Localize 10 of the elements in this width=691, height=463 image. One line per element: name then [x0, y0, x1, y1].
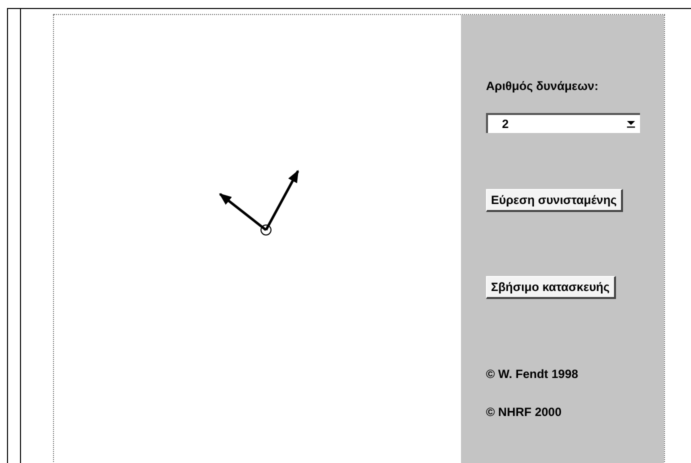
force-arrow[interactable] — [219, 193, 267, 231]
force-count-label: Αριθμός δυνάμεων: — [486, 79, 598, 93]
copyright-text: © NHRF 2000 — [486, 405, 562, 419]
dropdown-arrow-icon — [626, 120, 636, 128]
action-button[interactable]: Σβήσιμο κατασκευής — [486, 276, 616, 299]
action-button[interactable]: Εύρεση συνισταμένης — [486, 189, 623, 212]
force-count-dropdown[interactable]: 2 — [486, 113, 640, 133]
copyright-text: © W. Fendt 1998 — [486, 367, 578, 381]
origin-point[interactable] — [260, 224, 272, 236]
force-arrow[interactable] — [264, 170, 300, 231]
